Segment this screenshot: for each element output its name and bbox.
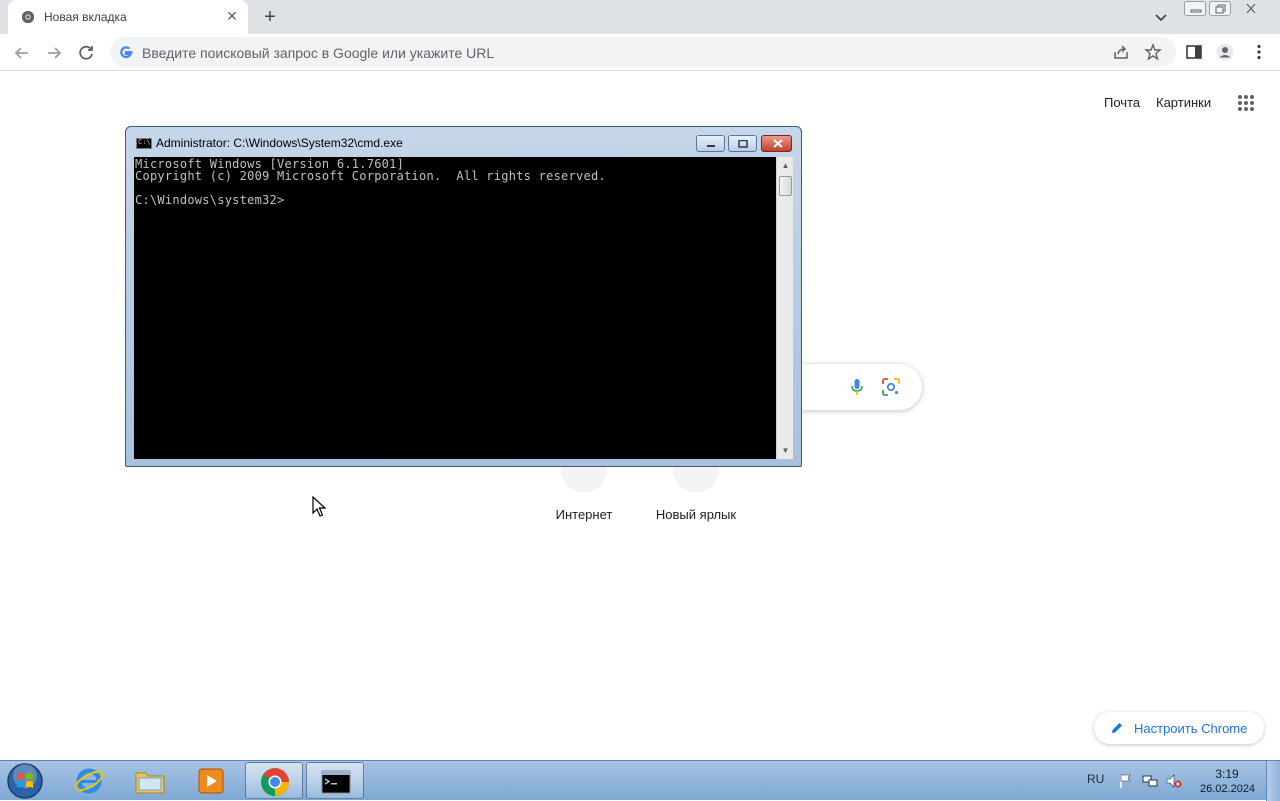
gmail-link[interactable]: Почта: [1104, 95, 1140, 110]
minimize-button[interactable]: [1184, 1, 1206, 16]
tab-title: Новая вкладка: [44, 10, 127, 24]
console-scrollbar[interactable]: ▲ ▼: [776, 157, 793, 459]
taskbar-internet-explorer[interactable]: [60, 762, 118, 799]
side-panel-icon[interactable]: [1185, 43, 1203, 61]
scrollbar-thumb[interactable]: [779, 176, 792, 196]
volume-muted-icon[interactable]: [1166, 773, 1182, 789]
maximize-icon: [738, 140, 748, 148]
cmd-icon: [321, 770, 351, 794]
close-window-button[interactable]: [1240, 1, 1262, 16]
restore-icon: [1215, 4, 1226, 14]
restore-button[interactable]: [1209, 1, 1231, 16]
console-output[interactable]: Microsoft Windows [Version 6.1.7601] Cop…: [134, 157, 776, 459]
profile-avatar-icon[interactable]: [1216, 43, 1234, 61]
console-line: Copyright (c) 2009 Microsoft Corporation…: [135, 169, 606, 183]
forward-arrow-icon[interactable]: [43, 42, 65, 64]
scroll-down-arrow-icon[interactable]: ▼: [777, 442, 794, 459]
taskbar-cmd[interactable]: [306, 762, 364, 799]
customize-chrome-button[interactable]: Настроить Chrome: [1094, 712, 1264, 744]
minimize-icon: [707, 145, 715, 147]
clock-date[interactable]: 26.02.2024: [1200, 783, 1255, 795]
media-player-icon: [198, 768, 224, 794]
network-icon[interactable]: [1142, 773, 1158, 789]
chrome-icon: [261, 768, 289, 796]
new-tab-button[interactable]: +: [260, 7, 280, 27]
action-center-flag-icon[interactable]: [1118, 773, 1134, 789]
google-apps-icon[interactable]: [1237, 94, 1255, 112]
cmd-maximize-button[interactable]: [728, 135, 757, 152]
close-icon: [773, 139, 783, 148]
mouse-cursor-icon: [312, 496, 327, 517]
chevron-down-icon[interactable]: [1152, 8, 1170, 26]
internet-explorer-icon: [74, 768, 104, 794]
back-arrow-icon[interactable]: [11, 42, 33, 64]
customize-chrome-label: Настроить Chrome: [1134, 721, 1248, 736]
tab-new-tab[interactable]: Новая вкладка ✕: [8, 0, 248, 34]
cmd-window-title: Administrator: C:\Windows\System32\cmd.e…: [156, 136, 403, 150]
scroll-up-arrow-icon[interactable]: ▲: [777, 157, 794, 174]
close-icon: [1246, 3, 1256, 14]
cmd-app-icon[interactable]: C:\: [136, 138, 152, 149]
reload-icon[interactable]: [75, 42, 97, 64]
close-tab-button[interactable]: ✕: [224, 8, 240, 24]
clock-time[interactable]: 3:19: [1200, 767, 1254, 781]
pencil-icon: [1112, 723, 1122, 733]
add-shortcut-label[interactable]: Новый ярлык: [640, 507, 752, 522]
taskbar-chrome[interactable]: [245, 762, 303, 799]
tab-strip: Новая вкладка ✕ +: [0, 0, 1280, 34]
minimize-icon: [1190, 9, 1202, 13]
folder-icon: [135, 772, 165, 794]
share-icon[interactable]: [1112, 43, 1130, 61]
language-indicator[interactable]: RU: [1087, 772, 1104, 786]
console-prompt: C:\Windows\system32>: [135, 193, 285, 207]
chrome-icon: [21, 10, 35, 24]
images-link[interactable]: Картинки: [1156, 95, 1211, 110]
address-bar[interactable]: Введите поисковый запрос в Google или ук…: [110, 37, 1176, 67]
cmd-window[interactable]: C:\ Administrator: C:\Windows\System32\c…: [125, 126, 802, 467]
google-lens-icon[interactable]: [881, 377, 901, 397]
taskbar: RU 3:19 26.02.2024: [0, 760, 1280, 801]
taskbar-explorer[interactable]: [121, 762, 179, 799]
show-desktop-button[interactable]: [1266, 761, 1280, 801]
cmd-close-button[interactable]: [761, 135, 792, 152]
browser-toolbar: Введите поисковый запрос в Google или ук…: [0, 34, 1280, 71]
google-g-icon: [120, 46, 133, 59]
address-bar-placeholder: Введите поисковый запрос в Google или ук…: [142, 45, 495, 61]
shortcut-label[interactable]: Интернет: [528, 507, 640, 522]
cmd-minimize-button[interactable]: [696, 135, 725, 152]
windows-start-orb-icon[interactable]: [4, 762, 46, 800]
menu-kebab-icon[interactable]: [1250, 43, 1268, 61]
taskbar-media-player[interactable]: [182, 762, 240, 799]
microphone-icon[interactable]: [847, 377, 867, 397]
bookmark-star-icon[interactable]: [1144, 43, 1162, 61]
